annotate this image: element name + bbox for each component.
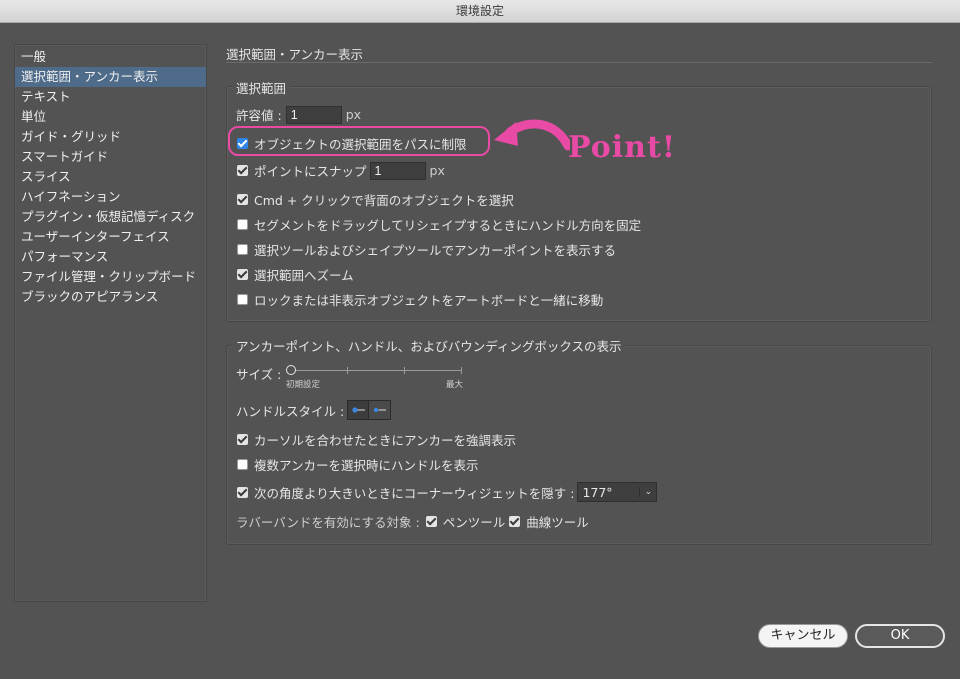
handle-style-solid-button[interactable] (347, 400, 370, 420)
tolerance-unit: px (345, 107, 362, 122)
pen-tool-label: ペンツール (442, 515, 506, 530)
tolerance-row: 許容値 : px (236, 105, 361, 124)
angle-select[interactable]: 177° ⌄ (577, 482, 658, 502)
sidebar-item-general[interactable]: 一般 (15, 47, 206, 67)
handle-style-hollow-button[interactable] (369, 400, 392, 420)
rubber-band-row: ラバーバンドを有効にする対象 : ペンツール 曲線ツール (236, 512, 589, 531)
size-slider-thumb[interactable] (286, 365, 296, 375)
size-row: サイズ : (236, 364, 281, 383)
constrain-handle-row[interactable]: セグメントをドラッグしてリシェイプするときにハンドル方向を固定 (237, 215, 641, 234)
window-titlebar: 環境設定 (0, 0, 960, 23)
size-slider-track (290, 370, 462, 371)
highlight-anchors-row[interactable]: カーソルを合わせたときにアンカーを強調表示 (237, 430, 516, 449)
curvature-tool-checkbox[interactable] (509, 516, 521, 527)
snap-distance-unit: px (429, 163, 445, 178)
size-label: サイズ : (236, 367, 282, 382)
zoom-to-selection-row[interactable]: 選択範囲へズーム (237, 265, 354, 284)
show-anchor-points-label: 選択ツールおよびシェイプツールでアンカーポイントを表示する (254, 243, 617, 258)
snap-to-point-checkbox[interactable] (237, 165, 248, 176)
size-slider-tick (347, 367, 348, 374)
size-min-label: 初期設定 (286, 380, 321, 390)
pen-tool-checkbox[interactable] (425, 516, 437, 527)
snap-to-point-row[interactable]: ポイントにスナップ px (237, 161, 445, 180)
cancel-button[interactable]: キャンセル (758, 624, 848, 648)
sidebar-item-user-interface[interactable]: ユーザーインターフェイス (15, 227, 206, 247)
tolerance-label: 許容値 : (236, 108, 282, 123)
page-title: 選択範囲・アンカー表示 (226, 47, 364, 62)
zoom-to-selection-label: 選択範囲へズーム (254, 268, 354, 283)
window-title: 環境設定 (455, 4, 504, 18)
hide-corner-widget-checkbox[interactable] (237, 486, 248, 498)
sidebar-item-plugins-scratch[interactable]: プラグイン・仮想記憶ディスク (15, 207, 206, 227)
size-slider-tick (461, 367, 462, 374)
annotation-arrow-icon (494, 119, 570, 151)
move-locked-checkbox[interactable] (237, 294, 248, 305)
show-anchor-points-row[interactable]: 選択ツールおよびシェイプツールでアンカーポイントを表示する (237, 240, 616, 259)
sidebar-item-file-handling[interactable]: ファイル管理・クリップボード (15, 267, 206, 287)
show-handles-checkbox[interactable] (237, 459, 248, 470)
handle-style-row: ハンドルスタイル : (236, 400, 392, 420)
handle-style-label: ハンドルスタイル : (236, 403, 345, 419)
rubber-band-label: ラバーバンドを有効にする対象 : (236, 515, 420, 530)
hide-corner-widget-row[interactable]: 次の角度より大きいときにコーナーウィジェットを隠す : 177° ⌄ (237, 482, 658, 502)
size-slider-tick (404, 367, 405, 374)
selection-group-label: 選択範囲 (232, 78, 291, 97)
show-handles-row[interactable]: 複数アンカーを選択時にハンドルを表示 (237, 455, 479, 474)
sidebar-item-text[interactable]: テキスト (15, 87, 206, 107)
cmd-click-row[interactable]: Cmd + クリックで背面のオブジェクトを選択 (237, 190, 514, 209)
ok-button[interactable]: OK (855, 624, 945, 648)
sidebar-item-guides-grid[interactable]: ガイド・グリッド (15, 127, 206, 147)
move-locked-label: ロックまたは非表示オブジェクトをアートボードと一緒に移動 (254, 293, 604, 308)
sidebar-item-slices[interactable]: スライス (15, 167, 206, 187)
sidebar-item-selection-anchor[interactable]: 選択範囲・アンカー表示 (15, 67, 206, 87)
cmd-click-checkbox[interactable] (237, 194, 248, 205)
hide-corner-widget-label: 次の角度より大きいときにコーナーウィジェットを隠す : (254, 485, 575, 501)
size-max-label: 最大 (446, 380, 464, 390)
tolerance-input[interactable] (285, 105, 342, 124)
cmd-click-label: Cmd + クリックで背面のオブジェクトを選択 (254, 193, 514, 208)
sidebar-item-smart-guides[interactable]: スマートガイド (15, 147, 206, 167)
snap-to-point-label: ポイントにスナップ (254, 164, 367, 179)
constrain-handle-checkbox[interactable] (237, 219, 248, 230)
annotation-highlight-box (228, 126, 490, 156)
sidebar-item-black-appearance[interactable]: ブラックのアピアランス (15, 287, 206, 307)
highlight-anchors-checkbox[interactable] (237, 434, 248, 445)
sidebar-item-performance[interactable]: パフォーマンス (15, 247, 206, 267)
handle-solid-icon (352, 407, 366, 413)
zoom-to-selection-checkbox[interactable] (237, 269, 248, 280)
show-handles-label: 複数アンカーを選択時にハンドルを表示 (254, 458, 479, 473)
handle-hollow-icon (373, 407, 387, 413)
show-anchor-points-checkbox[interactable] (237, 244, 248, 255)
constrain-handle-label: セグメントをドラッグしてリシェイプするときにハンドル方向を固定 (254, 218, 642, 233)
size-slider[interactable]: 初期設定 最大 (286, 363, 466, 393)
sidebar-item-hyphenation[interactable]: ハイフネーション (15, 187, 206, 207)
highlight-anchors-label: カーソルを合わせたときにアンカーを強調表示 (254, 433, 517, 448)
annotation-point-text: Point! (568, 130, 676, 165)
preferences-sidebar: 一般 選択範囲・アンカー表示 テキスト 単位 ガイド・グリッド スマートガイド … (14, 44, 207, 602)
angle-value: 177° (582, 484, 613, 500)
chevron-down-icon: ⌄ (639, 487, 656, 497)
anchor-group-label: アンカーポイント、ハンドル、およびバウンディングボックスの表示 (232, 336, 626, 355)
title-divider (226, 62, 932, 63)
sidebar-item-units[interactable]: 単位 (15, 107, 206, 127)
move-locked-row[interactable]: ロックまたは非表示オブジェクトをアートボードと一緒に移動 (237, 290, 603, 309)
snap-distance-input[interactable] (369, 161, 426, 180)
curvature-tool-label: 曲線ツール (526, 515, 589, 530)
